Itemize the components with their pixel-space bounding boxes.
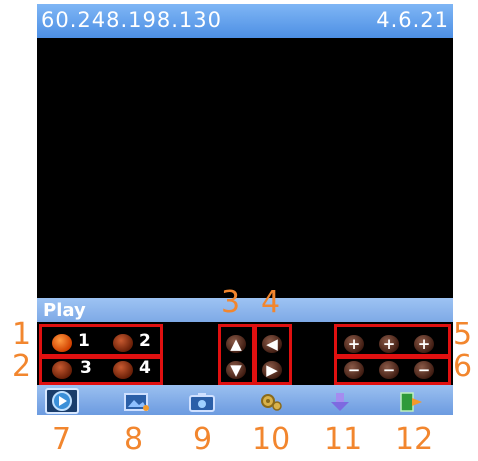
pan-highlight <box>254 324 292 385</box>
channel-row-1-highlight <box>39 324 163 357</box>
app-version: 4.6.21 <box>376 8 449 32</box>
play-status-bar: Play <box>37 298 453 322</box>
toolbar-play-button[interactable] <box>45 388 79 414</box>
ip-address: 60.248.198.130 <box>41 8 222 32</box>
download-icon[interactable] <box>327 392 353 412</box>
camera-icon[interactable] <box>189 392 215 412</box>
bottom-toolbar <box>37 385 453 415</box>
annotation-7: 7 <box>52 422 72 457</box>
title-bar: 60.248.198.130 4.6.21 <box>37 4 453 38</box>
channel-row-2-highlight <box>39 356 163 385</box>
minus-row-highlight <box>334 356 451 385</box>
tilt-highlight <box>218 324 255 385</box>
picture-icon[interactable] <box>124 392 150 412</box>
play-label: Play <box>43 300 86 321</box>
exit-icon[interactable] <box>398 392 424 412</box>
annotation-2: 2 <box>12 349 32 384</box>
plus-row-highlight <box>334 324 451 357</box>
annotation-11: 11 <box>324 422 363 457</box>
play-icon <box>52 391 72 411</box>
settings-icon[interactable] <box>258 392 284 412</box>
annotation-3: 3 <box>221 285 241 320</box>
annotation-12: 12 <box>395 422 434 457</box>
annotation-5: 5 <box>453 317 473 352</box>
annotation-10: 10 <box>252 422 291 457</box>
annotation-8: 8 <box>124 422 144 457</box>
annotation-4: 4 <box>261 285 281 320</box>
annotation-6: 6 <box>453 349 473 384</box>
annotation-9: 9 <box>193 422 213 457</box>
video-view[interactable] <box>37 38 453 298</box>
annotation-1: 1 <box>12 317 32 352</box>
